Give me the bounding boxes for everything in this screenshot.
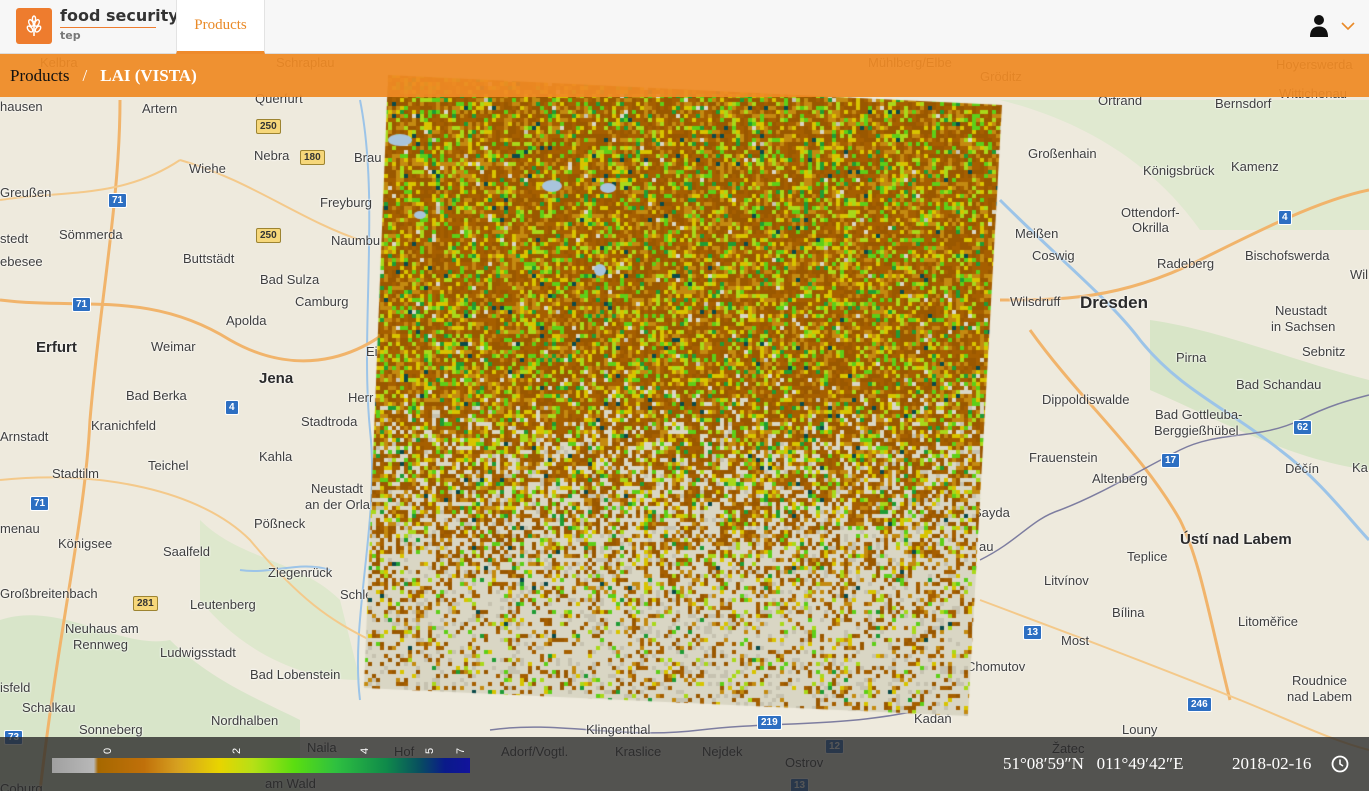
latitude-readout: 51°08′59″N — [1003, 754, 1084, 773]
date-selector[interactable]: 2018-02-16 — [1232, 754, 1311, 774]
breadcrumb-separator: / — [82, 65, 88, 85]
legend-tick-7: 7 — [455, 747, 467, 754]
breadcrumb-current: LAI (VISTA) — [100, 65, 197, 85]
user-icon[interactable] — [1309, 14, 1329, 38]
legend-tick-4: 4 — [359, 747, 371, 754]
clock-icon[interactable] — [1331, 755, 1349, 773]
top-header: food security tep Products — [0, 0, 1369, 54]
breadcrumb-products-link[interactable]: Products — [10, 66, 70, 86]
legend-tick-0: 0 — [102, 747, 114, 754]
longitude-readout: 011°49′42″E — [1096, 754, 1184, 773]
brand-sub: tep — [60, 29, 81, 42]
brand-name: food security — [60, 6, 179, 25]
brand-divider — [60, 27, 156, 28]
lai-raster-overlay — [0, 0, 1369, 791]
wheat-icon[interactable] — [16, 8, 52, 44]
nav-products-tab[interactable]: Products — [176, 0, 265, 54]
legend-tick-2: 2 — [231, 747, 243, 754]
cursor-coordinates: 51°08′59″N 011°49′42″E — [1003, 754, 1183, 774]
breadcrumb: Products / LAI (VISTA) — [0, 54, 1369, 97]
legend-tick-5: 5 — [424, 747, 436, 754]
lai-color-legend — [52, 758, 470, 773]
chevron-down-icon[interactable] — [1340, 18, 1356, 34]
